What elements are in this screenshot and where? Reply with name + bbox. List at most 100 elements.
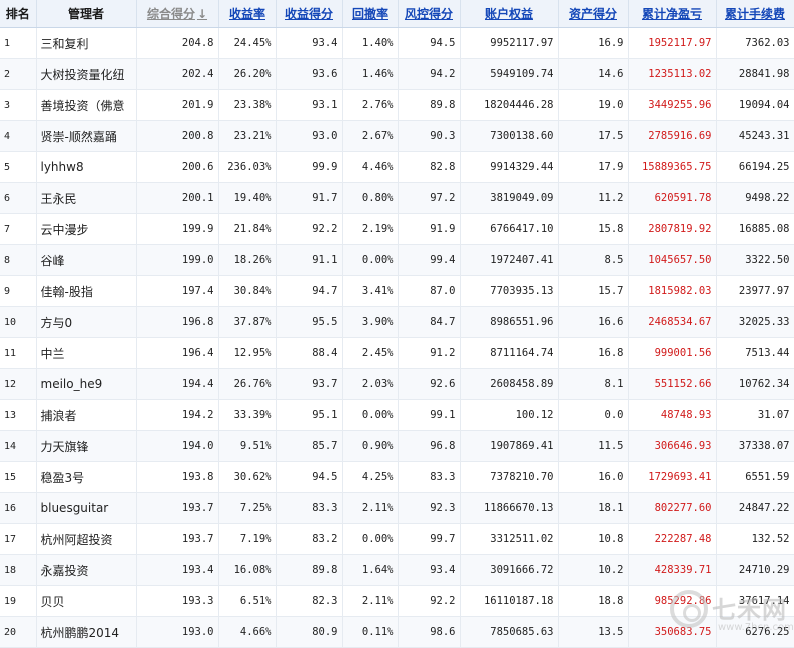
cell-return-score: 93.1 — [276, 89, 343, 121]
sort-desc-icon: ↓ — [196, 7, 208, 21]
cell-equity: 8711164.74 — [460, 337, 559, 369]
cell-composite-score: 196.4 — [136, 337, 219, 369]
cell-risk-score: 90.3 — [398, 120, 461, 152]
cell-equity: 3312511.02 — [460, 523, 559, 555]
cell-composite-score: 199.9 — [136, 213, 219, 245]
cell-risk-score: 93.4 — [398, 554, 461, 586]
cell-manager: 佳翰-股指 — [36, 275, 137, 307]
cell-equity: 8986551.96 — [460, 306, 559, 338]
cell-drawdown: 0.00% — [342, 399, 399, 431]
header-return-rate[interactable]: 收益率 — [218, 0, 277, 28]
cell-net-profit: 1815982.03 — [628, 275, 717, 307]
header-net-profit[interactable]: 累计净盈亏 — [628, 0, 717, 28]
table-row: 1 三和复利 204.8 24.45% 93.4 1.40% 94.5 9952117.97 1… — [0, 27, 794, 59]
cell-asset-score: 10.2 — [558, 554, 629, 586]
header-fees[interactable]: 累计手续费 — [716, 0, 794, 28]
cell-return-score: 95.5 — [276, 306, 343, 338]
cell-risk-score: 82.8 — [398, 151, 461, 183]
cell-return-score: 83.2 — [276, 523, 343, 555]
cell-return-score: 85.7 — [276, 430, 343, 462]
cell-rank: 13 — [0, 399, 37, 431]
cell-manager: 谷峰 — [36, 244, 137, 276]
header-asset-score[interactable]: 资产得分 — [558, 0, 629, 28]
cell-return-rate: 236.03% — [218, 151, 277, 183]
cell-drawdown: 1.64% — [342, 554, 399, 586]
cell-fees: 23977.97 — [716, 275, 794, 307]
cell-manager: meilo_he9 — [36, 368, 137, 400]
cell-risk-score: 92.2 — [398, 585, 461, 617]
cell-risk-score: 99.7 — [398, 523, 461, 555]
cell-drawdown: 2.11% — [342, 585, 399, 617]
cell-return-rate: 4.66% — [218, 616, 277, 648]
cell-asset-score: 16.6 — [558, 306, 629, 338]
header-return-score[interactable]: 收益得分 — [276, 0, 343, 28]
cell-equity: 3091666.72 — [460, 554, 559, 586]
cell-composite-score: 193.7 — [136, 523, 219, 555]
cell-composite-score: 193.0 — [136, 616, 219, 648]
cell-return-score: 94.7 — [276, 275, 343, 307]
table-row: 6 王永民 200.1 19.40% 91.7 0.80% 97.2 3819049.09 11… — [0, 182, 794, 214]
cell-return-score: 88.4 — [276, 337, 343, 369]
cell-return-rate: 33.39% — [218, 399, 277, 431]
cell-asset-score: 15.8 — [558, 213, 629, 245]
cell-asset-score: 18.1 — [558, 492, 629, 524]
cell-return-score: 99.9 — [276, 151, 343, 183]
cell-fees: 24847.22 — [716, 492, 794, 524]
cell-asset-score: 16.9 — [558, 27, 629, 59]
cell-equity: 1907869.41 — [460, 430, 559, 462]
cell-manager: 永嘉投资 — [36, 554, 137, 586]
cell-return-score: 92.2 — [276, 213, 343, 245]
table-row: 10 方与0 196.8 37.87% 95.5 3.90% 84.7 8986551.96 1… — [0, 306, 794, 338]
cell-drawdown: 2.45% — [342, 337, 399, 369]
header-equity[interactable]: 账户权益 — [460, 0, 559, 28]
cell-equity: 7300138.60 — [460, 120, 559, 152]
cell-return-rate: 21.84% — [218, 213, 277, 245]
header-composite-score[interactable]: 综合得分 ↓ — [136, 0, 219, 28]
cell-fees: 31.07 — [716, 399, 794, 431]
cell-composite-score: 204.8 — [136, 27, 219, 59]
cell-fees: 10762.34 — [716, 368, 794, 400]
cell-drawdown: 2.11% — [342, 492, 399, 524]
table-row: 16 bluesguitar 193.7 7.25% 83.3 2.11% 92.3 1186… — [0, 492, 794, 524]
header-risk-score[interactable]: 风控得分 — [398, 0, 461, 28]
cell-equity: 9952117.97 — [460, 27, 559, 59]
cell-fees: 132.52 — [716, 523, 794, 555]
cell-equity: 3819049.09 — [460, 182, 559, 214]
cell-composite-score: 193.4 — [136, 554, 219, 586]
cell-equity: 18204446.28 — [460, 89, 559, 121]
cell-fees: 7362.03 — [716, 27, 794, 59]
cell-risk-score: 91.2 — [398, 337, 461, 369]
cell-return-score: 80.9 — [276, 616, 343, 648]
cell-net-profit: 802277.60 — [628, 492, 717, 524]
ranking-table: 排名 管理者 综合得分 ↓ 收益率 收益得分 回撤率 风控得分 账户权益 资产得分… — [0, 0, 794, 648]
cell-net-profit: 2807819.92 — [628, 213, 717, 245]
cell-return-score: 82.3 — [276, 585, 343, 617]
cell-drawdown: 1.46% — [342, 58, 399, 90]
cell-return-score: 83.3 — [276, 492, 343, 524]
cell-risk-score: 94.5 — [398, 27, 461, 59]
cell-asset-score: 13.5 — [558, 616, 629, 648]
cell-risk-score: 83.3 — [398, 461, 461, 493]
cell-fees: 32025.33 — [716, 306, 794, 338]
cell-manager: 三和复利 — [36, 27, 137, 59]
cell-return-rate: 16.08% — [218, 554, 277, 586]
table-row: 4 贤崇-顺然嘉踊 200.8 23.21% 93.0 2.67% 90.3 7300138.… — [0, 120, 794, 152]
cell-net-profit: 3449255.96 — [628, 89, 717, 121]
cell-manager: 王永民 — [36, 182, 137, 214]
cell-drawdown: 3.90% — [342, 306, 399, 338]
cell-net-profit: 1045657.50 — [628, 244, 717, 276]
cell-net-profit: 1235113.02 — [628, 58, 717, 90]
cell-return-score: 93.7 — [276, 368, 343, 400]
header-drawdown[interactable]: 回撤率 — [342, 0, 399, 28]
cell-risk-score: 87.0 — [398, 275, 461, 307]
cell-return-rate: 30.84% — [218, 275, 277, 307]
cell-net-profit: 15889365.75 — [628, 151, 717, 183]
cell-composite-score: 196.8 — [136, 306, 219, 338]
cell-fees: 16885.08 — [716, 213, 794, 245]
cell-fees: 24710.29 — [716, 554, 794, 586]
cell-asset-score: 8.1 — [558, 368, 629, 400]
cell-drawdown: 4.46% — [342, 151, 399, 183]
cell-return-rate: 30.62% — [218, 461, 277, 493]
cell-asset-score: 15.7 — [558, 275, 629, 307]
cell-composite-score: 194.4 — [136, 368, 219, 400]
